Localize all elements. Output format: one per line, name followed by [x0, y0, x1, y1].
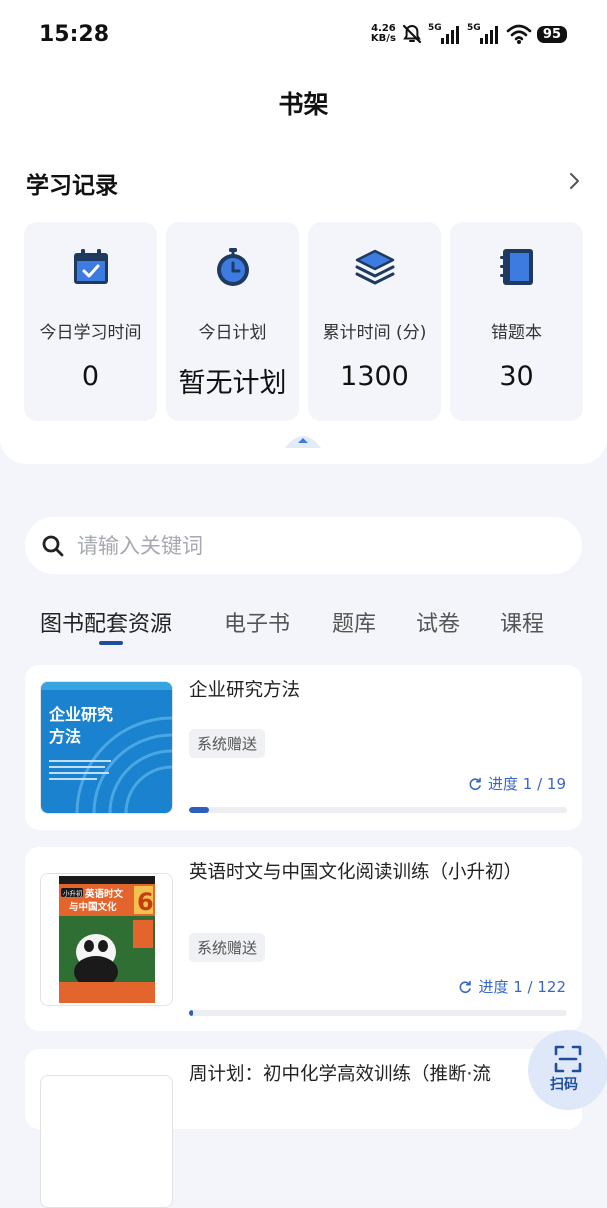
tab-courses[interactable]: 课程 [500, 606, 544, 638]
stat-label: 今日计划 [198, 323, 267, 343]
svg-text:英语时文: 英语时文 [85, 888, 124, 900]
layers-icon [355, 249, 395, 285]
network-speed: 4.26 KB/s [370, 23, 396, 44]
progress-label: 进度 1 / 19 [468, 773, 566, 794]
book-cover[interactable]: 小升初 英语时文 与中国文化 6 [40, 873, 173, 1006]
svg-text:5G: 5G [467, 23, 481, 33]
stat-value: 0 [81, 361, 100, 392]
resource-tabs: 图书配套资源 电子书 题库 试卷 课程 [40, 606, 580, 656]
tab-exam-papers[interactable]: 试卷 [416, 606, 460, 638]
stat-total-time[interactable]: 累计时间 (分) 1300 [308, 222, 441, 421]
study-record-header[interactable]: 学习记录 [26, 166, 581, 199]
search-input[interactable] [75, 525, 559, 567]
refresh-icon [459, 980, 472, 993]
stat-label: 累计时间 (分) [322, 323, 427, 343]
stat-today-study-time[interactable]: 今日学习时间 0 [24, 222, 157, 421]
active-tab-indicator [99, 641, 123, 645]
chevron-right-icon[interactable] [567, 170, 581, 192]
battery-indicator: 95 [536, 25, 567, 43]
tab-book-resources[interactable]: 图书配套资源 [40, 606, 172, 638]
study-stats: 今日学习时间 0 今日计划 暂无计划 累计时间 (分) 1300 错题本 30 [24, 222, 583, 421]
book-title: 周计划：初中化学高效训练（推断·流 [189, 1064, 491, 1085]
book-cover[interactable] [40, 1075, 173, 1208]
scan-icon [554, 1045, 582, 1073]
notebook-icon [500, 249, 533, 285]
signal-5g-icon-2: 5G [467, 23, 498, 44]
tab-question-bank[interactable]: 题库 [332, 606, 376, 638]
svg-text:5G: 5G [428, 23, 442, 33]
stat-value: 30 [499, 361, 534, 392]
book-title: 企业研究方法 [189, 680, 301, 701]
stat-value: 1300 [340, 361, 409, 392]
signal-5g-icon-1: 5G [428, 23, 459, 44]
search-icon [42, 535, 64, 557]
status-bar: 15:28 4.26 KB/s 5G 5G 95 [0, 0, 607, 70]
stat-value: 暂无计划 [178, 368, 287, 399]
stopwatch-icon [217, 248, 249, 286]
svg-text:6: 6 [137, 888, 154, 916]
scan-label: 扫码 [550, 1077, 578, 1093]
refresh-icon [469, 777, 481, 790]
page-title: 书架 [278, 90, 329, 119]
stat-label: 今日学习时间 [39, 323, 142, 343]
svg-text:小升初: 小升初 [63, 889, 83, 898]
calendar-check-icon [74, 249, 108, 284]
section-title: 学习记录 [26, 173, 118, 199]
progress-fill [189, 807, 210, 813]
stat-wrong-questions[interactable]: 错题本 30 [450, 222, 583, 421]
wifi-icon [506, 24, 532, 44]
collapse-handle-icon[interactable] [283, 428, 323, 450]
search-bar[interactable] [25, 517, 582, 574]
progress-bar [189, 807, 567, 813]
progress-label: 进度 1 / 122 [458, 976, 566, 997]
svg-text:方法: 方法 [49, 727, 81, 746]
svg-text:与中国文化: 与中国文化 [69, 901, 117, 913]
status-badge: 系统赠送 [189, 933, 266, 962]
scan-button[interactable]: 扫码 [528, 1030, 607, 1110]
svg-text:企业研究: 企业研究 [48, 705, 113, 724]
progress-bar [189, 1010, 567, 1016]
book-card[interactable]: 周计划：初中化学高效训练（推断·流 [25, 1049, 582, 1208]
progress-fill [189, 1010, 193, 1016]
book-card[interactable]: 小升初 英语时文 与中国文化 6 英语时文与中国文化阅读训练（小升初） 系统赠送… [25, 847, 582, 1031]
status-icons: 4.26 KB/s 5G 5G 95 [371, 20, 567, 48]
book-title: 英语时文与中国文化阅读训练（小升初） [189, 862, 523, 883]
study-record-panel: 15:28 4.26 KB/s 5G 5G 95 书架 学习记录 今日学习时间 … [0, 0, 607, 464]
status-time: 15:28 [39, 22, 110, 47]
book-cover[interactable]: 企业研究 方法 [40, 681, 173, 814]
status-badge: 系统赠送 [189, 729, 266, 758]
tab-ebooks[interactable]: 电子书 [224, 606, 290, 638]
bell-muted-icon [402, 24, 422, 44]
stat-today-plan[interactable]: 今日计划 暂无计划 [166, 222, 299, 421]
book-card[interactable]: 企业研究 方法 企业研究方法 系统赠送 进度 1 / 19 [25, 665, 582, 830]
stat-label: 错题本 [491, 323, 542, 343]
